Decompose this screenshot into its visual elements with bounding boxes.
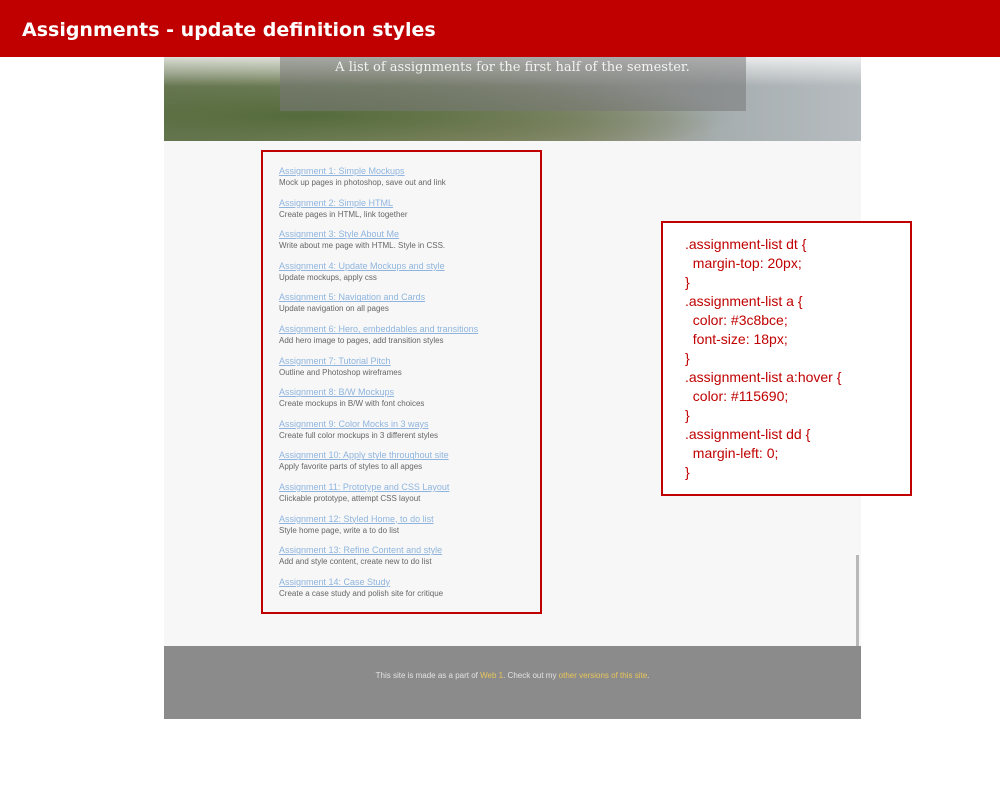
assignment-link[interactable]: Assignment 5: Navigation and Cards — [279, 292, 529, 303]
assignment-description: Write about me page with HTML. Style in … — [279, 241, 446, 251]
assignment-description: Style home page, write a to do list — [279, 525, 400, 535]
list-item: Assignment 2: Simple HTML Create pages i… — [279, 198, 529, 230]
list-item: Assignment 13: Refine Content and style … — [279, 545, 529, 577]
code-line: .assignment-list a { — [685, 293, 803, 309]
hero-subtitle: A list of assignments for the first half… — [335, 60, 690, 75]
list-item: Assignment 4: Update Mockups and style U… — [279, 261, 529, 293]
assignment-link[interactable]: Assignment 6: Hero, embeddables and tran… — [279, 324, 529, 335]
list-item: Assignment 5: Navigation and Cards Updat… — [279, 292, 529, 324]
footer-text: This site is made as a part of Web 1. Ch… — [164, 671, 861, 680]
list-item: Assignment 9: Color Mocks in 3 ways Crea… — [279, 419, 529, 451]
list-item: Assignment 7: Tutorial Pitch Outline and… — [279, 356, 529, 388]
code-line: } — [685, 274, 690, 290]
assignment-description: Update mockups, apply css — [279, 272, 377, 282]
css-code-callout: .assignment-list dt { margin-top: 20px; … — [661, 221, 912, 496]
list-item: Assignment 1: Simple Mockups Mock up pag… — [279, 166, 529, 198]
assignment-description: Apply favorite parts of styles to all ap… — [279, 462, 423, 472]
code-line: color: #3c8bce; — [685, 312, 788, 328]
list-item: Assignment 11: Prototype and CSS Layout … — [279, 482, 529, 514]
code-line: .assignment-list dd { — [685, 426, 811, 442]
footer-text-middle: . Check out my — [503, 671, 559, 680]
footer-text-end: . — [647, 671, 650, 680]
assignment-description: Create full color mockups in 3 different… — [279, 430, 439, 440]
assignment-link[interactable]: Assignment 12: Styled Home, to do list — [279, 514, 529, 525]
code-line: color: #115690; — [685, 388, 789, 404]
list-item: Assignment 3: Style About Me Write about… — [279, 229, 529, 261]
assignment-link[interactable]: Assignment 3: Style About Me — [279, 229, 529, 240]
code-line: } — [685, 407, 690, 423]
assignment-link[interactable]: Assignment 4: Update Mockups and style — [279, 261, 529, 272]
assignment-description: Outline and Photoshop wireframes — [279, 367, 402, 377]
assignment-link[interactable]: Assignment 2: Simple HTML — [279, 198, 529, 209]
assignment-description: Mock up pages in photoshop, save out and… — [279, 178, 446, 187]
list-item: Assignment 12: Styled Home, to do list S… — [279, 514, 529, 546]
assignment-link[interactable]: Assignment 11: Prototype and CSS Layout — [279, 482, 529, 493]
list-item: Assignment 14: Case Study Create a case … — [279, 577, 529, 609]
site-footer: This site is made as a part of Web 1. Ch… — [164, 646, 861, 719]
code-line: } — [685, 464, 690, 480]
assignment-link[interactable]: Assignment 10: Apply style throughout si… — [279, 450, 529, 461]
assignment-link[interactable]: Assignment 14: Case Study — [279, 577, 529, 588]
other-versions-link[interactable]: other versions of this site — [559, 671, 647, 680]
code-line: .assignment-list dt { — [685, 236, 807, 252]
web1-link[interactable]: Web 1 — [480, 671, 503, 680]
assignment-description: Create mockups in B/W with font choices — [279, 399, 425, 409]
list-item: Assignment 8: B/W Mockups Create mockups… — [279, 387, 529, 419]
assignment-description: Update navigation on all pages — [279, 304, 389, 314]
assignment-link[interactable]: Assignment 8: B/W Mockups — [279, 387, 529, 398]
assignment-description: Clickable prototype, attempt CSS layout — [279, 493, 421, 503]
slide-title: Assignments - update definition styles — [0, 0, 1000, 57]
assignment-list-highlight: Assignment 1: Simple Mockups Mock up pag… — [261, 150, 542, 614]
assignment-description: Add hero image to pages, add transition … — [279, 335, 444, 345]
assignment-description: Add and style content, create new to do … — [279, 557, 432, 567]
assignment-link[interactable]: Assignment 13: Refine Content and style — [279, 545, 529, 556]
assignment-link[interactable]: Assignment 7: Tutorial Pitch — [279, 356, 529, 367]
assignment-list: Assignment 1: Simple Mockups Mock up pag… — [279, 166, 529, 608]
code-line: } — [685, 350, 690, 366]
footer-text-before: This site is made as a part of — [375, 671, 481, 680]
list-item: Assignment 10: Apply style throughout si… — [279, 450, 529, 482]
hero-image: A list of assignments for the first half… — [164, 57, 861, 141]
code-line: margin-left: 0; — [685, 445, 779, 461]
assignment-description: Create a case study and polish site for … — [279, 588, 444, 598]
code-line: .assignment-list a:hover { — [685, 369, 842, 385]
code-line: margin-top: 20px; — [685, 255, 802, 271]
assignment-link[interactable]: Assignment 1: Simple Mockups — [279, 166, 529, 177]
code-line: font-size: 18px; — [685, 331, 788, 347]
assignment-link[interactable]: Assignment 9: Color Mocks in 3 ways — [279, 419, 529, 430]
list-item: Assignment 6: Hero, embeddables and tran… — [279, 324, 529, 356]
assignment-description: Create pages in HTML, link together — [279, 209, 408, 219]
